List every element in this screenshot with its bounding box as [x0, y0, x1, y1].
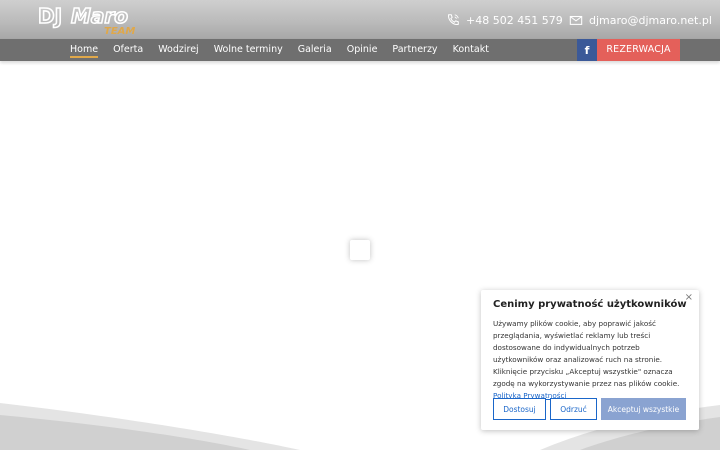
cookie-title: Cenimy prywatność użytkowników [493, 299, 687, 310]
nav-item-oferta[interactable]: Oferta [113, 39, 143, 61]
nav-item-galeria[interactable]: Galeria [298, 39, 332, 61]
email-contact[interactable]: djmaro@djmaro.net.pl [569, 13, 712, 27]
cookie-consent-dialog: × Cenimy prywatność użytkowników Używamy… [481, 290, 699, 430]
nav-menu: Home Oferta Wodzirej Wolne terminy Galer… [70, 39, 504, 61]
cookie-actions: Dostosuj Odrzuć Akceptuj wszystkie [493, 398, 686, 420]
customize-button[interactable]: Dostosuj [493, 398, 546, 420]
svg-text:DJ: DJ [38, 4, 62, 28]
svg-text:TEAM: TEAM [104, 26, 135, 36]
cookie-text: Używamy plików cookie, aby poprawić jako… [493, 319, 680, 388]
email-address: djmaro@djmaro.net.pl [589, 13, 712, 27]
phone-contact[interactable]: +48 502 451 579 [446, 13, 563, 27]
phone-icon [448, 14, 459, 25]
facebook-button[interactable]: f [577, 39, 597, 61]
nav-item-partnerzy[interactable]: Partnerzy [392, 39, 437, 61]
reject-button[interactable]: Odrzuć [550, 398, 597, 420]
header-bar: DJ Maro TEAM +48 502 451 579 djmaro@djma… [0, 0, 720, 39]
nav-item-wolne-terminy[interactable]: Wolne terminy [214, 39, 283, 61]
nav-item-home[interactable]: Home [70, 39, 99, 61]
loading-spinner [350, 240, 370, 260]
dj-maro-logo[interactable]: DJ Maro TEAM [38, 4, 148, 36]
reserve-button[interactable]: REZERWACJA [597, 39, 680, 61]
nav-item-wodzirej[interactable]: Wodzirej [158, 39, 199, 61]
phone-number: +48 502 451 579 [466, 13, 563, 27]
nav-item-kontakt[interactable]: Kontakt [453, 39, 489, 61]
accept-all-button[interactable]: Akceptuj wszystkie [601, 398, 686, 420]
cookie-description: Używamy plików cookie, aby poprawić jako… [493, 318, 687, 402]
nav-item-opinie[interactable]: Opinie [347, 39, 378, 61]
close-icon[interactable]: × [685, 292, 693, 303]
svg-text:Maro: Maro [71, 4, 128, 28]
envelope-icon [569, 15, 583, 25]
facebook-icon: f [584, 43, 590, 57]
